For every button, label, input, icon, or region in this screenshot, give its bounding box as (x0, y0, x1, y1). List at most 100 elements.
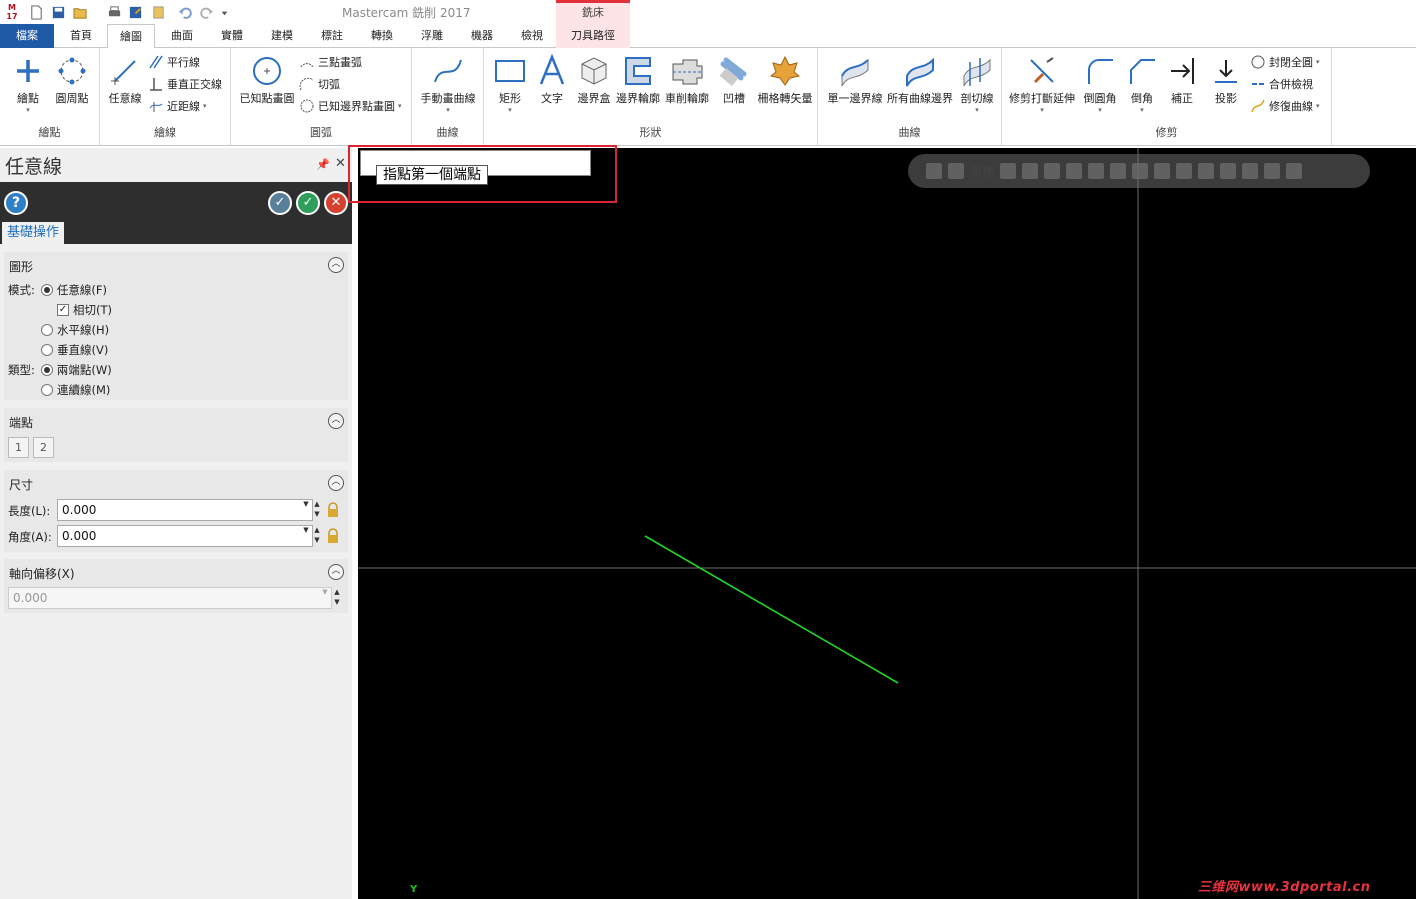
any-line-button[interactable]: 任意線 (104, 52, 146, 116)
rectangle-button[interactable]: 矩形 ▾ (490, 52, 530, 116)
refresh-icon[interactable] (1264, 163, 1281, 179)
properties-icon[interactable] (150, 4, 166, 20)
all-curve-edges-button[interactable]: 所有曲線邊界 (886, 52, 954, 116)
window-select-icon[interactable] (1176, 163, 1193, 179)
closest-line-button[interactable]: 近距線 ▾ (148, 96, 207, 116)
tab-dimension[interactable]: 標註 (307, 24, 357, 48)
app-logo[interactable]: M 17 (3, 3, 21, 21)
select-icon[interactable] (1044, 163, 1061, 179)
angle-field[interactable]: 0.000 (57, 525, 313, 547)
grid-vector-button[interactable]: 柵格轉矢量 (756, 52, 814, 116)
turn-profile-button[interactable]: 車削輪廓 (664, 52, 710, 116)
dashed-box-icon[interactable] (1198, 163, 1215, 179)
axial-dropdown-icon[interactable]: ▼ (319, 587, 331, 609)
join-check-button[interactable]: 合併檢視 (1250, 74, 1313, 94)
panel-title: 任意線 (5, 156, 63, 178)
bolt-circle-button[interactable]: 圓周點 (50, 52, 94, 116)
undo-icon[interactable] (177, 4, 193, 20)
cursor-label[interactable]: 游標 (970, 163, 994, 180)
verify-icon[interactable] (1242, 163, 1259, 179)
mask-icon[interactable] (1220, 163, 1237, 179)
length-field[interactable]: 0.000 (57, 499, 313, 521)
perpendicular-line-button[interactable]: 垂直正交線 (148, 74, 222, 94)
repair-curve-button[interactable]: 修復曲線 ▾ (1250, 96, 1320, 116)
single-edge-button[interactable]: 單一邊界線 (824, 52, 886, 116)
trim-break-extend-button[interactable]: 修剪打斷延伸 ▾ (1008, 52, 1076, 116)
offset-button[interactable]: 補正 (1164, 52, 1200, 116)
boundary-profile-button[interactable]: 邊界輪廓 (616, 52, 660, 116)
collapse-icon[interactable]: ︿ (328, 475, 344, 491)
slot-button[interactable]: 凹槽 (714, 52, 754, 116)
fillet-button[interactable]: 倒圓角 ▾ (1080, 52, 1120, 116)
help-icon[interactable]: ? (4, 191, 28, 215)
graphics-viewport[interactable] (358, 148, 1416, 899)
tab-toolpaths[interactable]: 刀具路徑 (556, 24, 630, 48)
tab-transform[interactable]: 轉換 (357, 24, 407, 48)
known-point-circle-button[interactable]: 已知點畫圓 (237, 52, 297, 116)
edge-select-icon[interactable] (1110, 163, 1127, 179)
tangent-checkbox[interactable]: ✓ (57, 304, 69, 316)
length-spinner-icon[interactable]: ▲ ▼ (311, 499, 323, 521)
tab-relief[interactable]: 浮雕 (407, 24, 457, 48)
three-point-arc-button[interactable]: 三點畫弧 (299, 52, 362, 72)
mode-vertical-radio[interactable] (41, 344, 53, 356)
ok-icon[interactable]: ✓ (296, 191, 320, 215)
tab-solid[interactable]: 實體 (207, 24, 257, 48)
tab-file[interactable]: 檔案 (0, 24, 54, 48)
body-select-icon[interactable] (1132, 163, 1149, 179)
save-icon[interactable] (50, 4, 66, 20)
edge-point-circle-button[interactable]: 已知邊界點畫圓 ▾ (299, 96, 402, 116)
viewport-canvas[interactable] (358, 148, 1416, 899)
green-line-geometry[interactable] (644, 535, 899, 684)
mode-horizontal-radio[interactable] (41, 324, 53, 336)
type-continuous-radio[interactable] (41, 384, 53, 396)
mode-any-line-radio[interactable] (40, 284, 53, 296)
close-all-button[interactable]: 封閉全圓 ▾ (1250, 52, 1320, 72)
collapse-icon[interactable]: ︿ (328, 564, 344, 580)
ok-create-new-icon[interactable]: ✓ (268, 191, 292, 215)
tab-basic-operations[interactable]: 基礎操作 (2, 222, 65, 244)
cube-icon[interactable] (1154, 163, 1171, 179)
collapse-icon[interactable]: ︿ (328, 257, 344, 273)
tab-machine[interactable]: 機器 (457, 24, 507, 48)
open-icon[interactable] (72, 4, 88, 20)
lock-icon[interactable] (326, 502, 340, 518)
collapse-icon[interactable]: ︿ (328, 413, 344, 429)
project-button[interactable]: 投影 (1206, 52, 1246, 116)
bounding-box-button[interactable]: 邊界盒 (574, 52, 614, 116)
text-button[interactable]: 文字 (534, 52, 570, 116)
tangent-arc-button[interactable]: 切弧 (299, 74, 340, 94)
tab-model[interactable]: 建模 (257, 24, 307, 48)
tab-surface[interactable]: 曲面 (157, 24, 207, 48)
new-icon[interactable] (28, 4, 44, 20)
manual-curve-button[interactable]: 手動畫曲線 ▾ (418, 52, 478, 116)
close-icon[interactable]: ✕ (335, 156, 346, 171)
lock-icon[interactable] (926, 163, 942, 179)
save-as-icon[interactable] (127, 4, 143, 20)
tab-home[interactable]: 首頁 (56, 24, 106, 48)
solid-select-icon[interactable] (1066, 163, 1083, 179)
draw-point-button[interactable]: 繪點 ▾ (6, 52, 50, 116)
customize-icon[interactable] (216, 4, 232, 20)
pin-icon[interactable]: 📌 (316, 158, 330, 171)
autocursor-icon[interactable] (1000, 163, 1017, 179)
endpoint-2-button[interactable]: 2 (33, 437, 54, 458)
angle-spinner-icon[interactable]: ▲ ▼ (311, 525, 323, 547)
axial-spinner-icon[interactable]: ▲ ▼ (331, 587, 343, 609)
print-icon[interactable] (106, 4, 122, 20)
cursor-icon[interactable] (948, 163, 964, 179)
type-two-points-radio[interactable] (40, 364, 53, 376)
face-select-icon[interactable] (1088, 163, 1105, 179)
undo-select-icon[interactable] (1286, 163, 1303, 179)
settings-icon[interactable] (1022, 163, 1039, 179)
cut-line-button[interactable]: 剖切線 ▾ (956, 52, 998, 116)
parallel-line-button[interactable]: 平行線 (148, 52, 200, 72)
axial-offset-field[interactable]: 0.000 (8, 587, 332, 609)
tab-view[interactable]: 檢視 (507, 24, 557, 48)
lock-icon[interactable] (326, 528, 340, 544)
cancel-icon[interactable]: ✕ (324, 191, 348, 215)
redo-icon[interactable] (198, 4, 214, 20)
endpoint-1-button[interactable]: 1 (8, 437, 29, 458)
tab-draw[interactable]: 繪圖 (107, 24, 155, 49)
chamfer-button[interactable]: 倒角 ▾ (1124, 52, 1160, 116)
